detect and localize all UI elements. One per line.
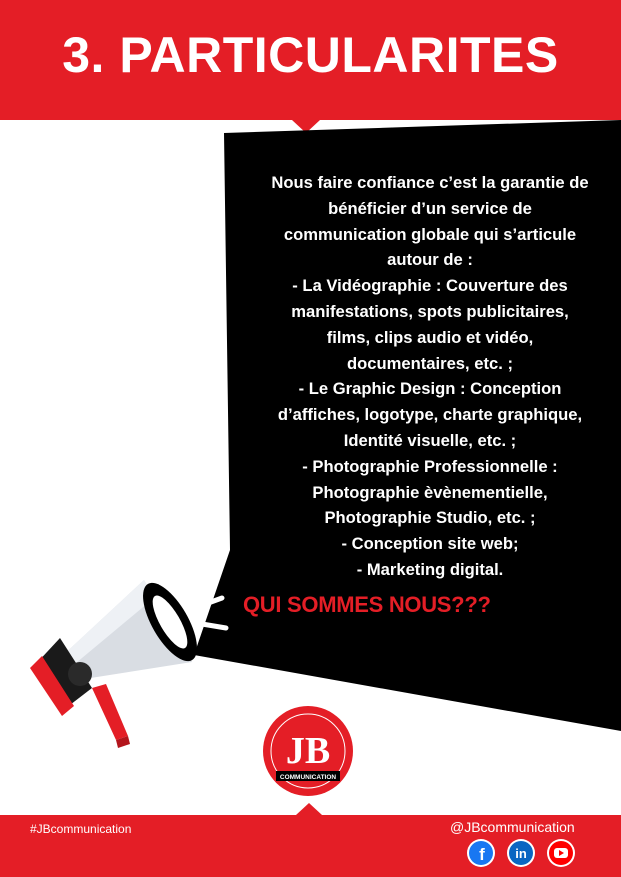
body-line: Identité visuelle, etc. ; [343,430,517,450]
body-line: autour de : [387,250,473,270]
cta-text: QUI SOMMES NOUS??? [243,592,491,617]
body-line: documentaires, etc. ; [347,353,513,373]
megaphone-icon [30,549,229,748]
body-line: bénéficier d’un service de [328,198,532,218]
footer-notch [296,803,322,815]
linkedin-icon[interactable]: in [507,839,535,867]
logo-letters: JB [286,730,330,772]
body-line: Nous faire confiance c’est la garantie d… [271,173,589,192]
jb-logo: JB COMMUNICATION [263,706,353,796]
body-line: Photographie èvènementielle, [312,482,548,502]
body-line: - Marketing digital. [356,559,504,579]
body-line: communication globale qui s’articule [283,224,577,244]
svg-text:f: f [479,845,485,864]
body-line: - Le Graphic Design : Conception [298,379,562,399]
body-line: d’affiches, logotype, charte graphique, [277,405,583,425]
logo-caption: COMMUNICATION [280,774,337,781]
body-line: - La Vidéographie : Couverture des [292,276,568,296]
youtube-icon[interactable] [547,839,575,867]
body-line: - Photographie Professionnelle : [302,456,558,476]
body-text: Nous faire confiance c’est la garantie d… [238,170,621,583]
body-line: Photographie Studio, etc. ; [324,508,536,528]
hashtag-text: #JBcommunication [30,822,132,836]
body-line: manifestations, spots publicitaires, [291,301,569,321]
social-handle: @JBcommunication [450,819,575,835]
body-line: films, clips audio et vidéo, [326,327,534,347]
body-line: - Conception site web; [341,534,519,554]
svg-text:in: in [515,846,527,861]
facebook-icon[interactable]: f [467,839,495,867]
